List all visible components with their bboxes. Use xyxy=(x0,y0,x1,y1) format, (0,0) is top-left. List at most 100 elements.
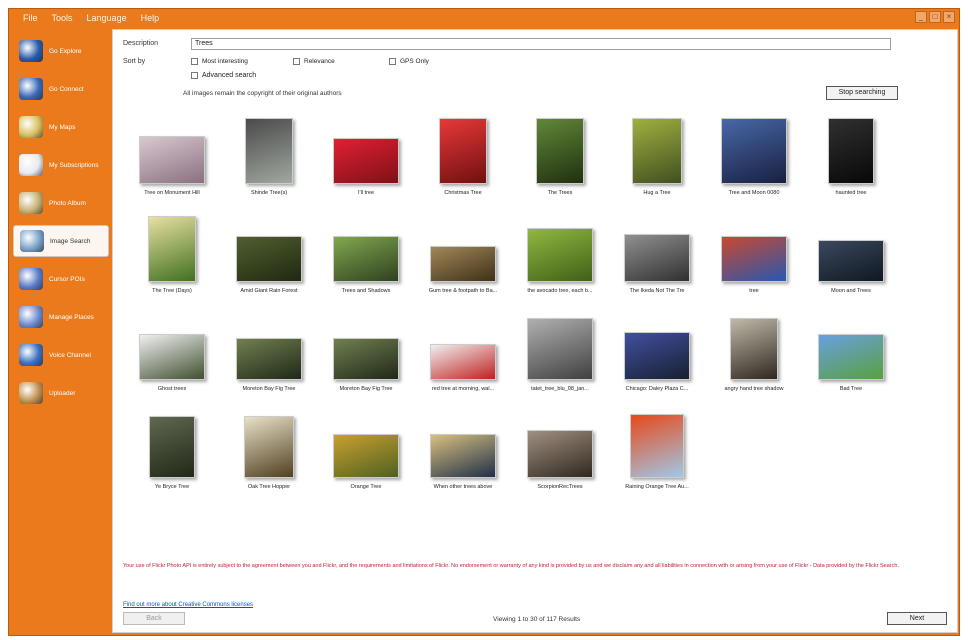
menu-help[interactable]: Help xyxy=(141,13,160,23)
sidebar-item[interactable]: My Maps xyxy=(13,111,109,143)
result-thumbnail[interactable] xyxy=(818,334,884,380)
result-tile[interactable]: ScorpionRecTrees xyxy=(515,404,605,499)
maximize-button[interactable]: □ xyxy=(929,11,941,23)
result-tile[interactable]: The Ikeda Not The Tre xyxy=(612,208,702,303)
minimize-button[interactable]: _ xyxy=(915,11,927,23)
advanced-search-checkbox[interactable] xyxy=(191,72,198,79)
result-thumbnail[interactable] xyxy=(244,416,294,478)
result-caption: Tree on Monument Hill xyxy=(144,190,200,196)
result-tile[interactable]: Amid Giant Rain Forest xyxy=(224,208,314,303)
sort-most-interesting[interactable]: Most interesting xyxy=(191,58,248,65)
result-thumbnail[interactable] xyxy=(721,118,787,184)
result-tile[interactable]: Christmas Tree xyxy=(418,110,508,205)
description-input[interactable]: Trees xyxy=(191,38,891,50)
result-tile[interactable]: I'll tree xyxy=(321,110,411,205)
result-tile[interactable]: When other trees above xyxy=(418,404,508,499)
result-caption: Christmas Tree xyxy=(444,190,482,196)
sort-relevance[interactable]: Relevance xyxy=(293,58,335,65)
sidebar-item[interactable]: Voice Channel xyxy=(13,339,109,371)
result-thumbnail[interactable] xyxy=(536,118,584,184)
result-thumbnail[interactable] xyxy=(630,414,684,478)
result-thumbnail[interactable] xyxy=(430,344,496,380)
result-caption: Amid Giant Rain Forest xyxy=(240,288,298,294)
sidebar-item[interactable]: Go Connect xyxy=(13,73,109,105)
sidebar-item[interactable]: Go Explore xyxy=(13,35,109,67)
result-thumbnail[interactable] xyxy=(236,236,302,282)
menu-tools[interactable]: Tools xyxy=(52,13,73,23)
back-button[interactable]: Back xyxy=(123,612,185,625)
result-tile[interactable]: Bad Tree xyxy=(806,306,896,401)
stop-searching-button[interactable]: Stop searching xyxy=(826,86,898,100)
result-thumbnail[interactable] xyxy=(139,334,205,380)
result-thumbnail[interactable] xyxy=(236,338,302,380)
result-tile[interactable]: Ghost trees xyxy=(127,306,217,401)
close-button[interactable]: × xyxy=(943,11,955,23)
result-thumbnail[interactable] xyxy=(333,338,399,380)
result-thumbnail[interactable] xyxy=(828,118,874,184)
result-thumbnail[interactable] xyxy=(818,240,884,282)
result-tile[interactable]: The Trees xyxy=(515,110,605,205)
result-thumbnail[interactable] xyxy=(527,318,593,380)
menu-language[interactable]: Language xyxy=(87,13,127,23)
creative-commons-link[interactable]: Find out more about Creative Commons lic… xyxy=(123,602,253,608)
result-tile[interactable]: tatet_tree_blu_08_jan... xyxy=(515,306,605,401)
app-window: File Tools Language Help _ □ × Go Explor… xyxy=(8,8,960,636)
result-tile[interactable]: Tree on Monument Hill xyxy=(127,110,217,205)
result-tile[interactable]: Chicago: Daley Plaza C... xyxy=(612,306,702,401)
result-caption: Ghost trees xyxy=(157,386,187,392)
result-thumbnail[interactable] xyxy=(527,228,593,282)
result-tile[interactable]: red tree at morning, wal... xyxy=(418,306,508,401)
sidebar-item-label: Go Explore xyxy=(49,47,82,55)
result-thumbnail[interactable] xyxy=(333,138,399,184)
result-thumbnail[interactable] xyxy=(333,236,399,282)
result-tile[interactable]: Moreton Bay Fig Tree xyxy=(224,306,314,401)
result-caption: The Ikeda Not The Tre xyxy=(629,288,685,294)
result-tile[interactable]: Ye Bryce Tree xyxy=(127,404,217,499)
sort-gps-only[interactable]: GPS Only xyxy=(389,58,429,65)
sidebar-item[interactable]: My Subscriptions xyxy=(13,149,109,181)
result-thumbnail[interactable] xyxy=(149,416,195,478)
result-tile[interactable]: Gum tree & footpath to Ba... xyxy=(418,208,508,303)
result-thumbnail[interactable] xyxy=(527,430,593,478)
advanced-search[interactable]: Advanced search xyxy=(191,72,256,79)
next-button[interactable]: Next xyxy=(887,612,947,625)
network-globe-icon xyxy=(19,78,43,100)
result-thumbnail[interactable] xyxy=(139,136,205,184)
result-caption: Chicago: Daley Plaza C... xyxy=(625,386,689,392)
result-tile[interactable]: Hug a Tree xyxy=(612,110,702,205)
checkbox[interactable] xyxy=(293,58,300,65)
result-tile[interactable]: Raining Orange Tree Au... xyxy=(612,404,702,499)
sidebar-item[interactable]: Photo Album xyxy=(13,187,109,219)
result-thumbnail[interactable] xyxy=(245,118,293,184)
result-thumbnail[interactable] xyxy=(148,216,196,282)
result-thumbnail[interactable] xyxy=(632,118,682,184)
sidebar-item[interactable]: Uploader xyxy=(13,377,109,409)
result-thumbnail[interactable] xyxy=(730,318,778,380)
result-tile[interactable]: tree xyxy=(709,208,799,303)
result-thumbnail[interactable] xyxy=(430,434,496,478)
result-thumbnail[interactable] xyxy=(624,332,690,380)
result-thumbnail[interactable] xyxy=(624,234,690,282)
checkbox[interactable] xyxy=(191,58,198,65)
checkbox[interactable] xyxy=(389,58,396,65)
sidebar-item[interactable]: Image Search xyxy=(13,225,109,257)
result-tile[interactable]: Oak Tree Hopper xyxy=(224,404,314,499)
result-tile[interactable]: Moon and Trees xyxy=(806,208,896,303)
sidebar-item[interactable]: Cursor POIs xyxy=(13,263,109,295)
result-thumbnail[interactable] xyxy=(333,434,399,478)
result-tile[interactable]: the avocado tree, each b... xyxy=(515,208,605,303)
menu-file[interactable]: File xyxy=(23,13,38,23)
result-tile[interactable]: angry hand tree shadow xyxy=(709,306,799,401)
result-thumbnail[interactable] xyxy=(721,236,787,282)
result-tile[interactable]: haunted tree xyxy=(806,110,896,205)
sidebar-item[interactable]: Manage Places xyxy=(13,301,109,333)
result-thumbnail[interactable] xyxy=(430,246,496,282)
result-tile[interactable]: Trees and Shadows xyxy=(321,208,411,303)
result-tile[interactable]: Tree and Moon 0080 xyxy=(709,110,799,205)
result-tile[interactable]: Shinde Tree(s) xyxy=(224,110,314,205)
result-tile[interactable]: The Tree (Days) xyxy=(127,208,217,303)
result-tile[interactable]: Moreton Bay Fig Tree xyxy=(321,306,411,401)
result-caption: Hug a Tree xyxy=(643,190,671,196)
result-tile[interactable]: Orange Tree xyxy=(321,404,411,499)
result-thumbnail[interactable] xyxy=(439,118,487,184)
